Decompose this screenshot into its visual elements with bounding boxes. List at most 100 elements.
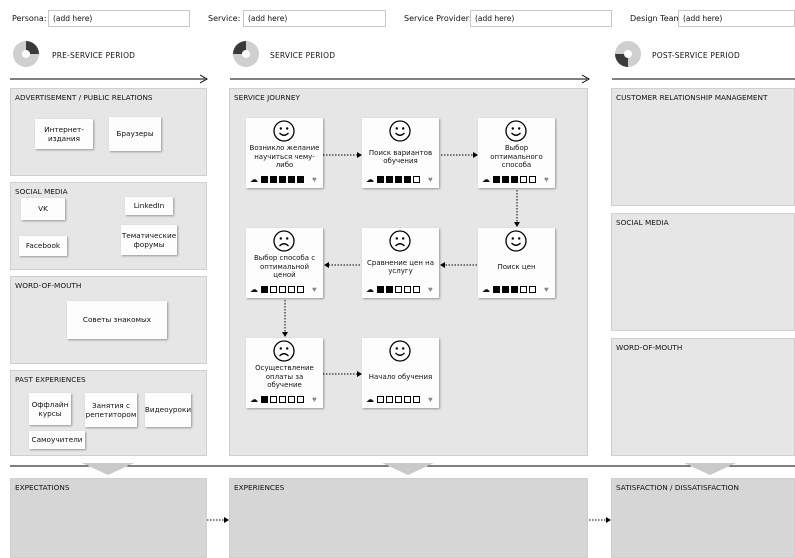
post-word-of-mouth-box: WORD-OF-MOUTH: [611, 338, 795, 456]
rating-meter: ☁ ♥: [250, 175, 320, 184]
service-provider-label: Service Provider:: [404, 14, 472, 23]
cloud-icon: ☁: [250, 285, 258, 294]
note-tutor-lessons: Занятия с репетитором: [85, 393, 137, 427]
rating-square: [288, 286, 295, 293]
pre-word-of-mouth-title: WORD-OF-MOUTH: [15, 281, 82, 290]
heart-icon: ♥: [544, 285, 549, 294]
rating-square: [413, 396, 420, 403]
rating-square: [279, 176, 286, 183]
rating-square: [270, 176, 277, 183]
rating-square: [386, 286, 393, 293]
journey-step-text: Поиск вариантов обучения: [368, 148, 433, 165]
rating-square: [413, 176, 420, 183]
note-video-lessons: Видеоуроки: [145, 393, 191, 427]
design-team-field[interactable]: (add here): [678, 10, 795, 27]
persona-field[interactable]: (add here): [48, 10, 190, 27]
rating-square: [288, 176, 295, 183]
post-service-pie-icon: [615, 41, 641, 67]
rating-square: [529, 176, 536, 183]
happy-face-icon: [505, 120, 527, 142]
heart-icon: ♥: [428, 285, 433, 294]
service-provider-field[interactable]: (add here): [470, 10, 612, 27]
note-linkedin: LinkedIn: [125, 197, 173, 215]
service-field[interactable]: (add here): [243, 10, 386, 27]
crm-box: CUSTOMER RELATIONSHIP MANAGEMENT: [611, 88, 795, 206]
rating-meter: ☁ ♥: [366, 175, 436, 184]
journey-step-text: Поиск цен: [497, 262, 536, 271]
journey-step-card: Сравнение цен на услугу ☁ ♥: [362, 228, 439, 298]
note-browsers: Браузеры: [109, 117, 161, 151]
timeline-arrows: [10, 74, 795, 84]
note-thematic-forums: Тематические форумы: [121, 225, 177, 255]
crm-title: CUSTOMER RELATIONSHIP MANAGEMENT: [616, 93, 768, 102]
design-team-label: Design Team:: [630, 14, 685, 23]
rating-square: [395, 396, 402, 403]
journey-step-card: Возникло желание научиться чему-либо ☁ ♥: [246, 118, 323, 188]
rating-square: [529, 286, 536, 293]
journey-step-text: Начало обучения: [368, 372, 433, 381]
rating-square: [404, 286, 411, 293]
cloud-icon: ☁: [366, 395, 374, 404]
heart-icon: ♥: [312, 285, 317, 294]
happy-face-icon: [389, 340, 411, 362]
rating-square: [502, 286, 509, 293]
rating-square: [279, 286, 286, 293]
happy-face-icon: [389, 120, 411, 142]
rating-square: [377, 396, 384, 403]
rating-square: [297, 176, 304, 183]
rating-square: [493, 176, 500, 183]
rating-square: [261, 286, 268, 293]
post-social-media-box: SOCIAL MEDIA: [611, 213, 795, 331]
heart-icon: ♥: [428, 395, 433, 404]
note-offline-courses: Оффлайн курсы: [29, 393, 71, 425]
bottom-connectors: [207, 517, 611, 523]
persona-label: Persona:: [12, 14, 47, 23]
rating-square: [502, 176, 509, 183]
journey-step-text: Сравнение цен на услугу: [366, 258, 435, 275]
experiences-title: EXPERIENCES: [234, 483, 285, 492]
rating-meter: ☁ ♥: [250, 395, 320, 404]
pre-social-media-title: SOCIAL MEDIA: [15, 187, 68, 196]
rating-meter: ☁ ♥: [366, 285, 436, 294]
advertisement-title: ADVERTISEMENT / PUBLIC RELATIONS: [15, 93, 153, 102]
journey-step-card: Осуществление оплаты за обучение ☁ ♥: [246, 338, 323, 408]
cloud-icon: ☁: [482, 285, 490, 294]
rating-square: [377, 176, 384, 183]
rating-square: [297, 286, 304, 293]
rating-square: [270, 396, 277, 403]
service-label: Service:: [208, 14, 241, 23]
rating-square: [413, 286, 420, 293]
rating-square: [511, 286, 518, 293]
heart-icon: ♥: [428, 175, 433, 184]
rating-meter: ☁ ♥: [482, 175, 552, 184]
cloud-icon: ☁: [250, 175, 258, 184]
rating-meter: ☁ ♥: [250, 285, 320, 294]
happy-face-icon: [273, 120, 295, 142]
rating-square: [493, 286, 500, 293]
rating-square: [261, 396, 268, 403]
journey-step-text: Выбор оптимального способа: [490, 144, 543, 170]
heart-icon: ♥: [312, 395, 317, 404]
rating-square: [511, 176, 518, 183]
rating-square: [288, 396, 295, 403]
cloud-icon: ☁: [366, 175, 374, 184]
pre-word-of-mouth-box: WORD-OF-MOUTH Советы знакомых: [10, 276, 207, 364]
post-service-period-title: POST-SERVICE PERIOD: [652, 51, 740, 60]
pre-service-period-title: PRE-SERVICE PERIOD: [52, 51, 136, 60]
journey-step-text: Возникло желание научиться чему-либо: [249, 144, 320, 170]
sad-face-icon: [273, 340, 295, 362]
rating-square: [279, 396, 286, 403]
advertisement-box: ADVERTISEMENT / PUBLIC RELATIONS Интерне…: [10, 88, 207, 176]
pre-service-pie-icon: [13, 41, 39, 67]
rating-square: [270, 286, 277, 293]
rating-meter: ☁ ♥: [366, 395, 436, 404]
journey-step-card: Выбор способа с оптимальной ценой ☁ ♥: [246, 228, 323, 298]
rating-square: [386, 396, 393, 403]
pre-social-media-box: SOCIAL MEDIA VK LinkedIn Facebook Темати…: [10, 182, 207, 270]
cloud-icon: ☁: [482, 175, 490, 184]
cloud-icon: ☁: [366, 285, 374, 294]
expectations-title: EXPECTATIONS: [15, 483, 70, 492]
happy-face-icon: [505, 230, 527, 252]
sad-face-icon: [389, 230, 411, 252]
journey-step-card: Выбор оптимального способа ☁ ♥: [478, 118, 555, 188]
